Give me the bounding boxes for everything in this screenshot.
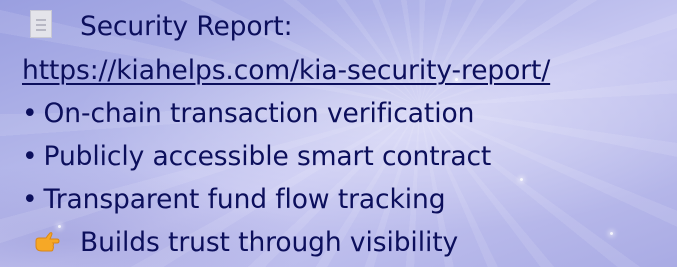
closing-line: Builds trust through visibility — [34, 224, 458, 266]
bullet-marker: • — [22, 184, 38, 215]
bullet-item: • On-chain transaction verification — [22, 95, 474, 133]
pointing-hand-icon — [34, 228, 60, 266]
security-report-link[interactable]: https://kiahelps.com/kia-security-report… — [22, 55, 550, 86]
bullet-item: • Transparent fund flow tracking — [22, 181, 446, 219]
security-report-label: Security Report: — [80, 11, 293, 42]
bullet-text: On-chain transaction verification — [43, 98, 475, 129]
bullet-marker: • — [22, 98, 38, 129]
bullet-item: • Publicly accessible smart contract — [22, 138, 491, 176]
security-report-link-line: https://kiahelps.com/kia-security-report… — [22, 52, 550, 90]
document-icon — [30, 10, 52, 38]
bullet-text: Publicly accessible smart contract — [43, 141, 492, 172]
closing-text: Builds trust through visibility — [80, 227, 459, 258]
bullet-marker: • — [22, 141, 38, 172]
security-report-heading: Security Report: — [30, 8, 293, 46]
bullet-text: Transparent fund flow tracking — [43, 184, 446, 215]
